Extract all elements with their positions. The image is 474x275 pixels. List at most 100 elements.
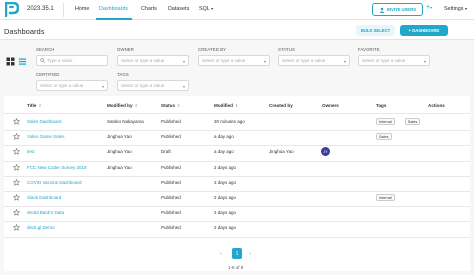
favorite-star-icon[interactable] — [13, 194, 20, 201]
created-by-filter-label: CREATED BY — [198, 47, 227, 52]
column-header-owners: Owners — [322, 103, 339, 108]
table-row: test Jinghua Yao Draft a day ago Jinghua Yao… — [4, 145, 470, 160]
nav-datasets[interactable]: Datasets — [168, 6, 189, 12]
owner-avatar[interactable]: JY — [321, 147, 330, 157]
modified-by-cell: Jinghua Yao — [107, 164, 132, 170]
dashboard-title-link[interactable]: World Bank's Data — [27, 210, 64, 215]
created-by-cell: Jinghua Yao — [269, 149, 294, 155]
search-placeholder: Type a value — [47, 58, 73, 63]
modified-cell: 2 days ago — [214, 195, 237, 200]
certified-filter-label: CERTIFIED — [36, 72, 60, 77]
status-filter-label: STATUS — [278, 47, 295, 52]
add-new-button[interactable]: +▾ — [426, 4, 432, 11]
favorite-star-icon[interactable] — [13, 133, 20, 140]
column-header-owners-label: Owners — [322, 103, 339, 108]
nav-sql-label: SQL — [199, 6, 210, 12]
table-row: deck.gl Demo Published 2 days ago — [4, 221, 470, 236]
modified-cell: 2 days ago — [214, 225, 237, 231]
column-header-created-by-label: Created by — [269, 103, 293, 108]
new-dashboard-label: DASHBOARD — [412, 28, 440, 33]
favorite-star-icon[interactable] — [13, 118, 20, 125]
column-header-created-by[interactable]: Created by — [269, 103, 293, 108]
logo-icon[interactable] — [5, 2, 19, 17]
column-header-actions-label: Actions — [428, 103, 445, 108]
modified-by-cell: Jinghua Yao — [107, 149, 132, 155]
search-icon — [40, 58, 45, 63]
nav-home[interactable]: Home — [75, 6, 89, 12]
status-placeholder: Select or type a value — [282, 58, 326, 63]
column-header-modified-by[interactable]: Modified by ⇕ — [107, 103, 138, 108]
dashboard-title-link[interactable]: FCC New Coder Survey 2018 — [27, 165, 87, 170]
dashboard-title-link[interactable]: Video Game Sales — [27, 134, 64, 139]
favorite-filter-label: FAVORITE — [358, 47, 380, 52]
status-select[interactable]: Select or type a value ▾ — [278, 55, 350, 66]
favorite-star-icon[interactable] — [13, 163, 20, 171]
sort-icon: ⇕ — [38, 104, 42, 108]
favorite-star-icon[interactable] — [13, 148, 20, 156]
modified-cell: 2 days ago — [214, 164, 237, 170]
chevron-down-icon: ▾ — [430, 5, 433, 10]
dashboard-title-link[interactable]: test — [27, 149, 34, 154]
new-dashboard-button[interactable]: + DASHBOARD — [400, 25, 448, 36]
next-page-button[interactable]: › — [249, 251, 251, 257]
owner-select[interactable]: Select or type a value ▾ — [117, 55, 189, 66]
sort-icon: ⇕ — [177, 104, 181, 108]
sort-icon: ⇕ — [134, 104, 138, 108]
favorite-star-icon[interactable] — [13, 178, 20, 186]
chevron-down-icon: ▾ — [182, 84, 185, 89]
tags-select[interactable]: Select or type a value ▾ — [117, 80, 189, 91]
certified-select[interactable]: Select or type a value ▾ — [36, 80, 108, 91]
dashboard-title-link[interactable]: Sales Dashboard — [27, 119, 62, 124]
tag-badge[interactable]: Internal — [376, 118, 395, 125]
tag-badge[interactable]: Sales — [404, 118, 421, 125]
column-header-modified-label: Modified — [214, 103, 233, 108]
status-cell: Published — [161, 210, 181, 216]
status-cell: Draft — [161, 149, 171, 155]
modified-cell: 30 minutes ago — [214, 119, 245, 124]
dashboard-list: Title ⇕ Modified by ⇕ Status ⇕ Modified ⇕ Cr… — [4, 96, 470, 271]
chevron-down-icon: ▾ — [182, 59, 185, 64]
tag-badge[interactable]: Internal — [376, 194, 395, 201]
status-cell: Published — [161, 164, 181, 170]
table-row: World Bank's Data Published 2 days ago — [4, 206, 470, 221]
plus-icon: + — [408, 28, 412, 33]
page-1-button[interactable]: 1 — [232, 248, 242, 259]
prev-page-button[interactable]: ‹ — [220, 251, 222, 257]
invite-users-button[interactable]: INVITE USERS — [372, 3, 423, 16]
dashboard-title-link[interactable]: deck.gl Demo — [27, 225, 55, 230]
list-view-icon[interactable] — [18, 57, 27, 66]
top-nav: 2023.35.1 Home Dashboards Charts Dataset… — [0, 0, 474, 20]
result-count: 1-8 of 8 — [228, 265, 244, 270]
dashboard-title-link[interactable]: COVID Vaccine Dashboard — [27, 180, 81, 185]
created-by-placeholder: Select or type a value — [202, 58, 246, 63]
favorite-star-icon[interactable] — [13, 209, 20, 216]
search-input[interactable]: Type a value — [36, 55, 108, 66]
tag-badge[interactable]: Sales — [376, 133, 392, 141]
settings-menu[interactable]: Settings ▾ — [444, 6, 467, 12]
chevron-down-icon: ▾ — [343, 59, 346, 64]
owner-placeholder: Select or type a value — [121, 58, 165, 63]
nav-sql[interactable]: SQL ▾ — [199, 6, 213, 12]
card-view-icon[interactable] — [6, 57, 15, 66]
column-header-tags-label: Tags — [376, 103, 387, 108]
chevron-down-icon: ▾ — [464, 6, 467, 11]
version-label: 2023.35.1 — [27, 6, 54, 12]
chevron-down-icon: ▾ — [101, 84, 104, 89]
favorite-select[interactable]: Select or type a value ▾ — [358, 55, 430, 66]
nav-dashboards[interactable]: Dashboards — [99, 6, 128, 12]
column-header-status[interactable]: Status ⇕ — [161, 103, 180, 108]
modified-cell: 2 days ago — [214, 210, 237, 216]
favorite-star-icon[interactable] — [13, 224, 20, 232]
bulk-select-button[interactable]: BULK SELECT — [356, 25, 395, 36]
modified-cell: a day ago — [214, 149, 234, 155]
modified-cell: 2 days ago — [214, 179, 237, 185]
column-header-modified[interactable]: Modified ⇕ — [214, 103, 238, 108]
page-title: Dashboards — [4, 27, 45, 36]
created-by-select[interactable]: Select or type a value ▾ — [198, 55, 270, 66]
settings-label: Settings — [444, 6, 464, 12]
nav-charts[interactable]: Charts — [141, 6, 157, 12]
chevron-down-icon: ▾ — [423, 59, 426, 64]
column-header-title[interactable]: Title ⇕ — [27, 103, 42, 108]
page-header: Dashboards BULK SELECT + DASHBOARD — [0, 20, 474, 40]
dashboard-title-link[interactable]: Slack Dashboard — [27, 195, 61, 200]
